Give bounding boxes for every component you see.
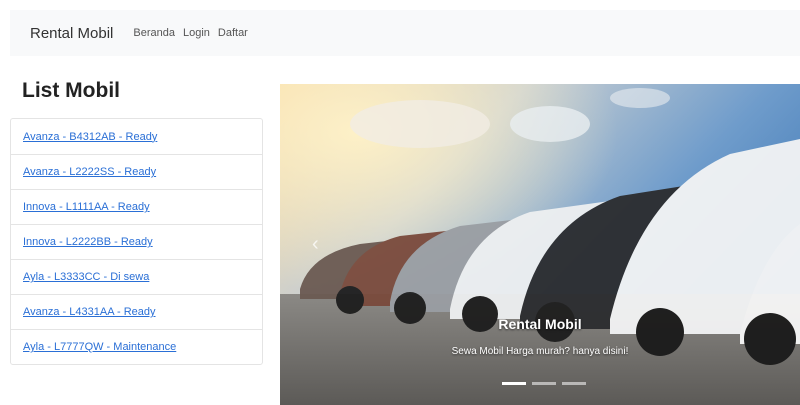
carousel-caption-title: Rental Mobil: [498, 316, 582, 332]
nav-link-login[interactable]: Login: [183, 27, 210, 39]
car-list: Avanza - B4312AB - Ready Avanza - L2222S…: [10, 118, 263, 365]
sidebar: List Mobil Avanza - B4312AB - Ready Avan…: [10, 76, 263, 365]
car-link[interactable]: Avanza - L4331AA - Ready: [23, 306, 156, 318]
carousel-indicator[interactable]: [562, 382, 586, 385]
car-link[interactable]: Ayla - L3333CC - Di sewa: [23, 271, 149, 283]
list-item: Avanza - B4312AB - Ready: [11, 119, 262, 154]
list-item: Avanza - L2222SS - Ready: [11, 154, 262, 189]
list-item: Innova - L1111AA - Ready: [11, 189, 262, 224]
list-item: Ayla - L7777QW - Maintenance: [11, 329, 262, 364]
list-title: List Mobil: [22, 79, 120, 102]
navbar: Rental Mobil Beranda Login Daftar: [10, 10, 800, 56]
carousel-indicator[interactable]: [502, 382, 526, 385]
car-link[interactable]: Avanza - L2222SS - Ready: [23, 166, 156, 178]
car-link[interactable]: Avanza - B4312AB - Ready: [23, 131, 157, 143]
carousel-indicators: [502, 382, 586, 385]
chevron-left-icon[interactable]: ‹: [312, 234, 324, 254]
navbar-brand[interactable]: Rental Mobil: [30, 25, 113, 42]
car-link[interactable]: Innova - L2222BB - Ready: [23, 236, 153, 248]
nav-link-daftar[interactable]: Daftar: [218, 27, 248, 39]
carousel-indicator[interactable]: [532, 382, 556, 385]
list-item: Innova - L2222BB - Ready: [11, 224, 262, 259]
car-link[interactable]: Innova - L1111AA - Ready: [23, 201, 150, 213]
car-link[interactable]: Ayla - L7777QW - Maintenance: [23, 341, 176, 353]
list-item: Ayla - L3333CC - Di sewa: [11, 259, 262, 294]
carousel-caption-text: Sewa Mobil Harga murah? hanya disini!: [451, 346, 629, 357]
list-item: Avanza - L4331AA - Ready: [11, 294, 262, 329]
carousel[interactable]: ‹ Rental Mobil Sewa Mobil Harga murah? h…: [280, 84, 800, 405]
nav-link-beranda[interactable]: Beranda: [133, 27, 175, 39]
